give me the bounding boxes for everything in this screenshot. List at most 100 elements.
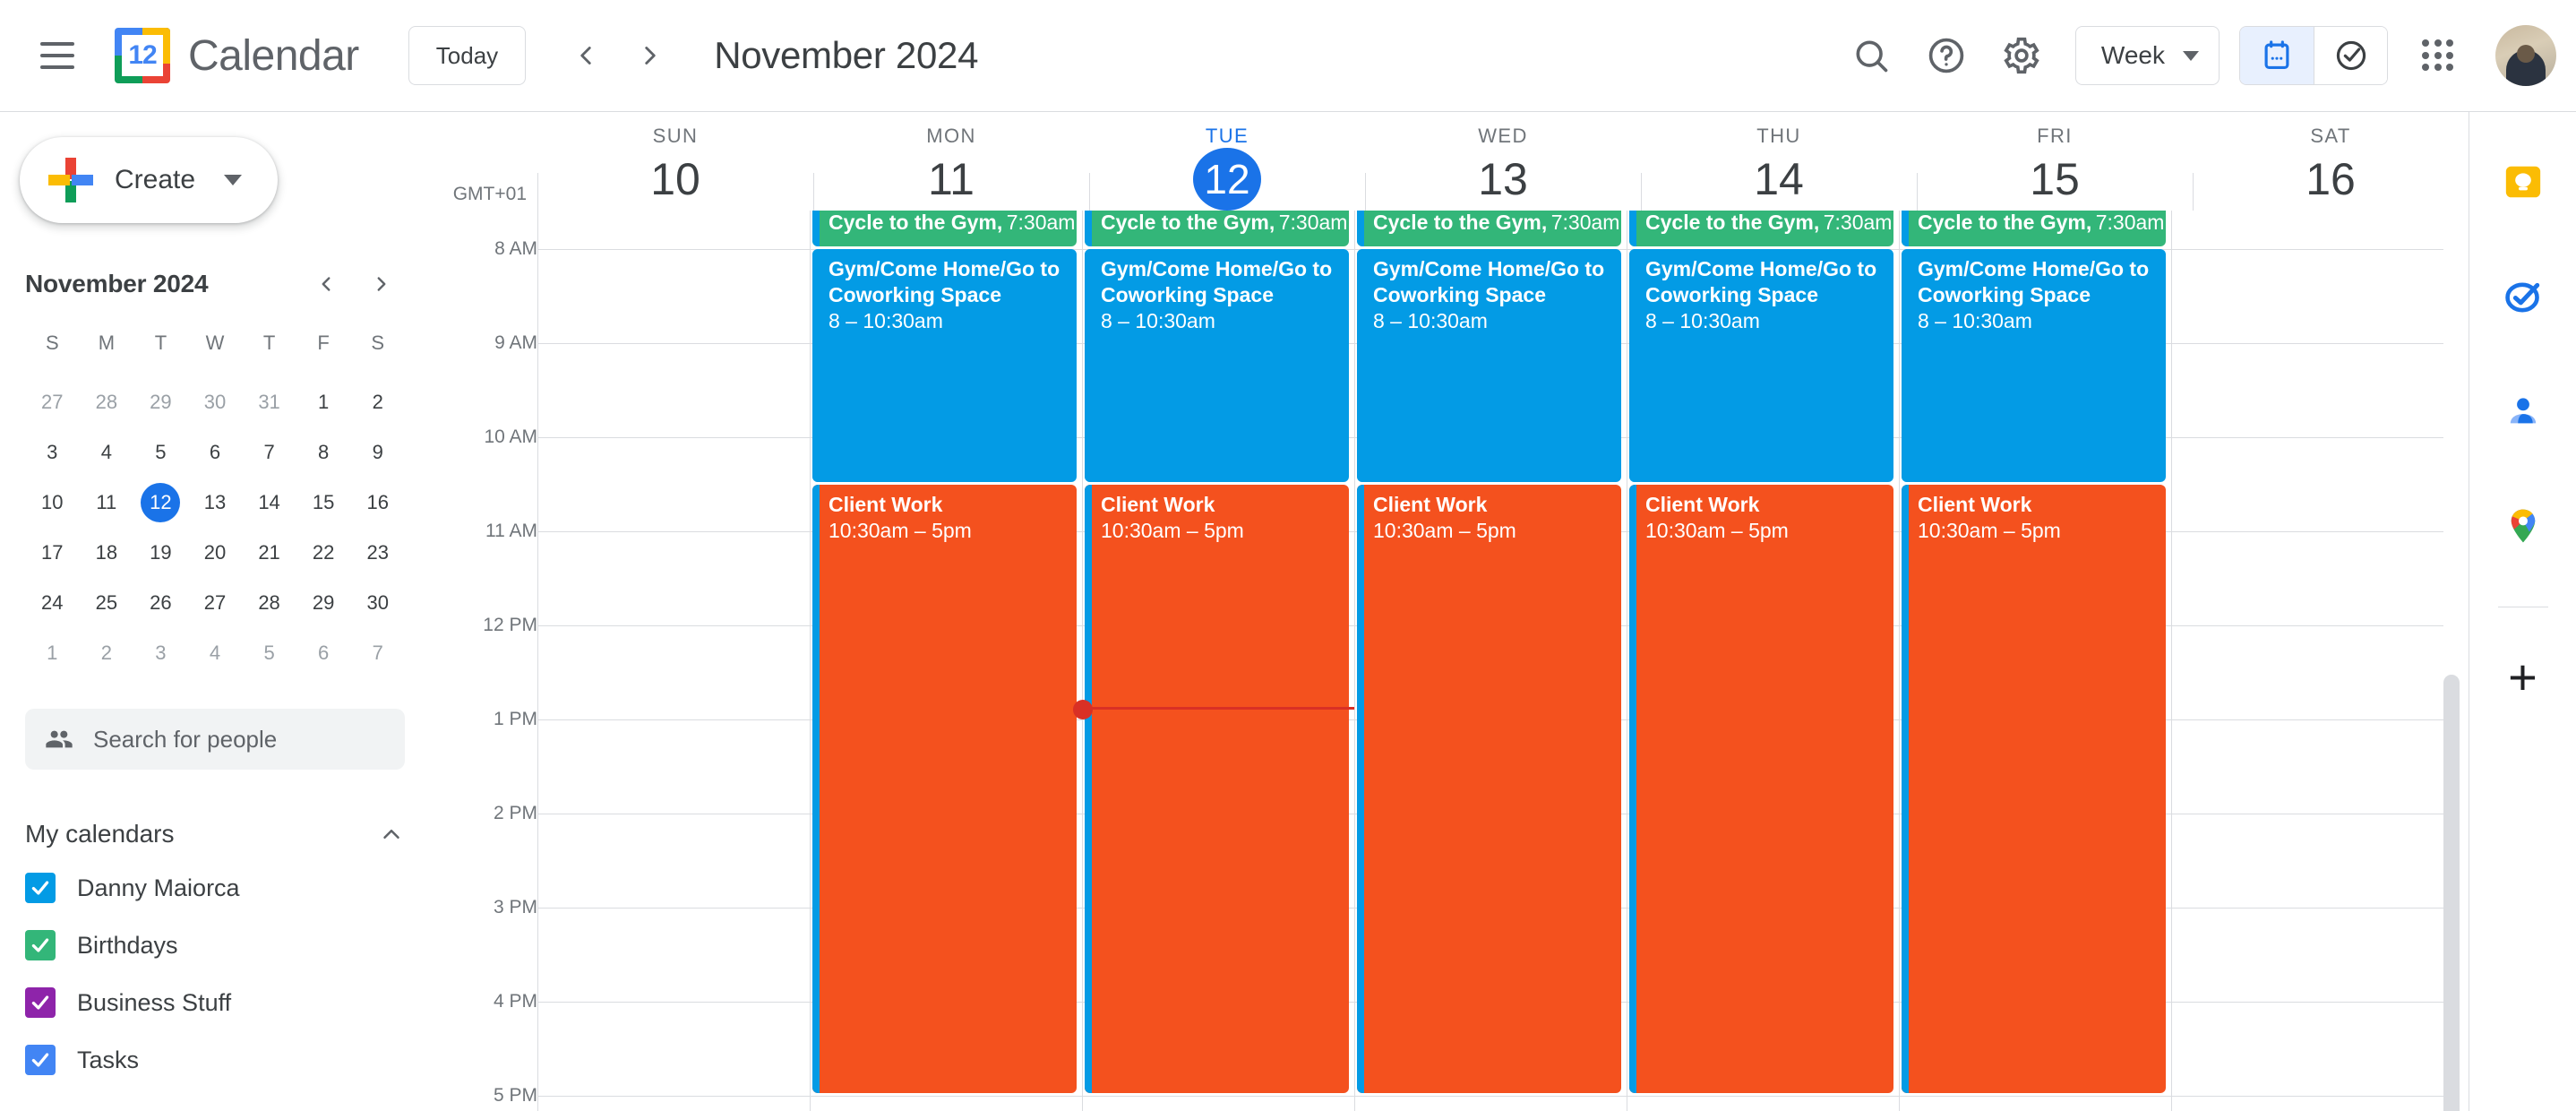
mini-calendar-day[interactable]: 7	[350, 628, 405, 678]
mini-calendar-day[interactable]: 20	[188, 528, 243, 578]
mini-calendar-day[interactable]: 5	[242, 628, 296, 678]
next-week-button[interactable]	[621, 26, 680, 85]
mini-calendar-day[interactable]: 23	[350, 528, 405, 578]
mini-calendar-day[interactable]: 24	[25, 578, 80, 628]
mini-calendar-day[interactable]: 3	[25, 427, 80, 478]
mini-calendar-day[interactable]: 1	[296, 377, 351, 427]
mini-calendar-day[interactable]: 2	[350, 377, 405, 427]
day-header-mon[interactable]: MON 11	[813, 112, 1089, 211]
day-column-sun[interactable]	[537, 211, 810, 1111]
day-column-wed[interactable]: 6:30 – 7:30amCycle to the Gym, 7:30amGym…	[1354, 211, 1627, 1111]
mini-calendar-day[interactable]: 27	[188, 578, 243, 628]
previous-week-button[interactable]	[556, 26, 615, 85]
mini-calendar-day[interactable]: 16	[350, 478, 405, 528]
calendar-event[interactable]: Gym/Come Home/Go to Coworking Space 8 – 1…	[1902, 249, 2166, 482]
calendar-event[interactable]: Client Work 10:30am – 5pm	[1902, 484, 2166, 1093]
mini-calendar-day[interactable]: 6	[296, 628, 351, 678]
mini-calendar-day[interactable]: 12	[133, 478, 188, 528]
mini-calendar-day[interactable]: 7	[242, 427, 296, 478]
tasks-icon[interactable]	[2486, 259, 2561, 334]
mini-calendar-day[interactable]: 30	[188, 377, 243, 427]
day-header-fri[interactable]: FRI 15	[1917, 112, 2193, 211]
chevron-up-icon[interactable]	[378, 821, 405, 848]
search-for-people-input[interactable]: Search for people	[25, 709, 405, 770]
calendar-event[interactable]: Gym/Come Home/Go to Coworking Space 8 – 1…	[812, 249, 1077, 482]
mini-calendar-day[interactable]: 29	[296, 578, 351, 628]
calendar-event[interactable]: Client Work 10:30am – 5pm	[812, 484, 1077, 1093]
mini-calendar-day[interactable]: 1	[25, 628, 80, 678]
mini-calendar-day[interactable]: 6	[188, 427, 243, 478]
calendar-list-item[interactable]: Business Stuff	[25, 974, 405, 1031]
mini-calendar-day[interactable]: 25	[80, 578, 134, 628]
view-select[interactable]: Week	[2074, 26, 2220, 85]
mini-calendar-day[interactable]: 3	[133, 628, 188, 678]
calendar-list-item[interactable]: Birthdays	[25, 917, 405, 974]
day-column-sat[interactable]	[2171, 211, 2443, 1111]
mini-calendar-day[interactable]: 4	[80, 427, 134, 478]
calendar-list-item[interactable]: Tasks	[25, 1031, 405, 1089]
mini-calendar-day[interactable]: 13	[188, 478, 243, 528]
mini-calendar-day[interactable]: 22	[296, 528, 351, 578]
settings-button[interactable]	[1984, 18, 2059, 93]
maps-icon[interactable]	[2486, 488, 2561, 564]
calendar-event[interactable]: Client Work 10:30am – 5pm	[1629, 484, 1893, 1093]
calendar-event[interactable]: Cycle to the Gym, 7:30am	[812, 211, 1077, 246]
calendar-event[interactable]: Cycle to the Gym, 7:30am	[1902, 211, 2166, 246]
day-header-sun[interactable]: SUN 10	[537, 112, 813, 211]
time-grid-scroll-area[interactable]: 6 PM5 PM4 PM3 PM2 PM1 PM12 PM11 AM10 AM9…	[430, 211, 2469, 1111]
apps-grid-icon[interactable]	[2400, 18, 2476, 93]
mini-calendar-day[interactable]: 9	[350, 427, 405, 478]
calendar-event[interactable]: Cycle to the Gym, 7:30am	[1629, 211, 1893, 246]
day-column-thu[interactable]: 6:30 – 7:30amCycle to the Gym, 7:30amGym…	[1627, 211, 1899, 1111]
add-other-calendars-button[interactable]: +	[2486, 640, 2561, 715]
mini-calendar-day[interactable]: 18	[80, 528, 134, 578]
tab-calendar-view[interactable]	[2240, 27, 2314, 84]
mini-calendar-prev-button[interactable]	[303, 261, 349, 307]
day-header-tue[interactable]: TUE 12	[1089, 112, 1365, 211]
search-button[interactable]	[1833, 18, 1909, 93]
day-header-date[interactable]: 14	[1754, 153, 1804, 205]
calendar-checkbox[interactable]	[25, 987, 56, 1018]
day-header-thu[interactable]: THU 14	[1641, 112, 1917, 211]
mini-calendar-day[interactable]: 28	[242, 578, 296, 628]
mini-calendar-day[interactable]: 19	[133, 528, 188, 578]
day-column-fri[interactable]: 6:30 – 7:30amCycle to the Gym, 7:30amGym…	[1899, 211, 2171, 1111]
create-button[interactable]: Create	[20, 137, 278, 223]
calendar-list-item[interactable]: Danny Maiorca	[25, 859, 405, 917]
mini-calendar-day[interactable]: 17	[25, 528, 80, 578]
avatar[interactable]	[2495, 25, 2556, 86]
mini-calendar-day[interactable]: 27	[25, 377, 80, 427]
mini-calendar-day[interactable]: 8	[296, 427, 351, 478]
day-header-date[interactable]: 11	[928, 153, 975, 205]
hamburger-icon[interactable]	[16, 14, 99, 97]
mini-calendar-day[interactable]: 31	[242, 377, 296, 427]
contacts-icon[interactable]	[2486, 374, 2561, 449]
mini-calendar-day[interactable]: 10	[25, 478, 80, 528]
day-header-wed[interactable]: WED 13	[1365, 112, 1641, 211]
calendar-event[interactable]: Cycle to the Gym, 7:30am	[1085, 211, 1349, 246]
tab-tasks-view[interactable]	[2314, 27, 2387, 84]
mini-calendar-day[interactable]: 30	[350, 578, 405, 628]
day-header-date[interactable]: 10	[650, 153, 700, 205]
mini-calendar-day[interactable]: 26	[133, 578, 188, 628]
calendar-checkbox[interactable]	[25, 873, 56, 903]
day-header-date[interactable]: 16	[2306, 153, 2356, 205]
calendar-event[interactable]: Gym/Come Home/Go to Coworking Space 8 – 1…	[1085, 249, 1349, 482]
day-header-sat[interactable]: SAT 16	[2193, 112, 2469, 211]
calendar-checkbox[interactable]	[25, 930, 56, 960]
day-column-tue[interactable]: 6:30 – 7:30amCycle to the Gym, 7:30amGym…	[1073, 211, 1354, 1111]
calendar-event[interactable]: Gym/Come Home/Go to Coworking Space 8 – 1…	[1629, 249, 1893, 482]
vertical-scrollbar[interactable]	[2443, 675, 2460, 1111]
day-header-date[interactable]: 15	[2030, 153, 2080, 205]
calendar-event[interactable]: Cycle to the Gym, 7:30am	[1357, 211, 1621, 246]
mini-calendar-day[interactable]: 29	[133, 377, 188, 427]
mini-calendar-day[interactable]: 21	[242, 528, 296, 578]
mini-calendar-day[interactable]: 14	[242, 478, 296, 528]
calendar-event[interactable]: Client Work 10:30am – 5pm	[1085, 484, 1349, 1093]
calendar-event[interactable]: Client Work 10:30am – 5pm	[1357, 484, 1621, 1093]
mini-calendar-day[interactable]: 4	[188, 628, 243, 678]
mini-calendar-day[interactable]: 5	[133, 427, 188, 478]
day-header-date[interactable]: 13	[1478, 153, 1528, 205]
mini-calendar-day[interactable]: 28	[80, 377, 134, 427]
mini-calendar-day[interactable]: 2	[80, 628, 134, 678]
